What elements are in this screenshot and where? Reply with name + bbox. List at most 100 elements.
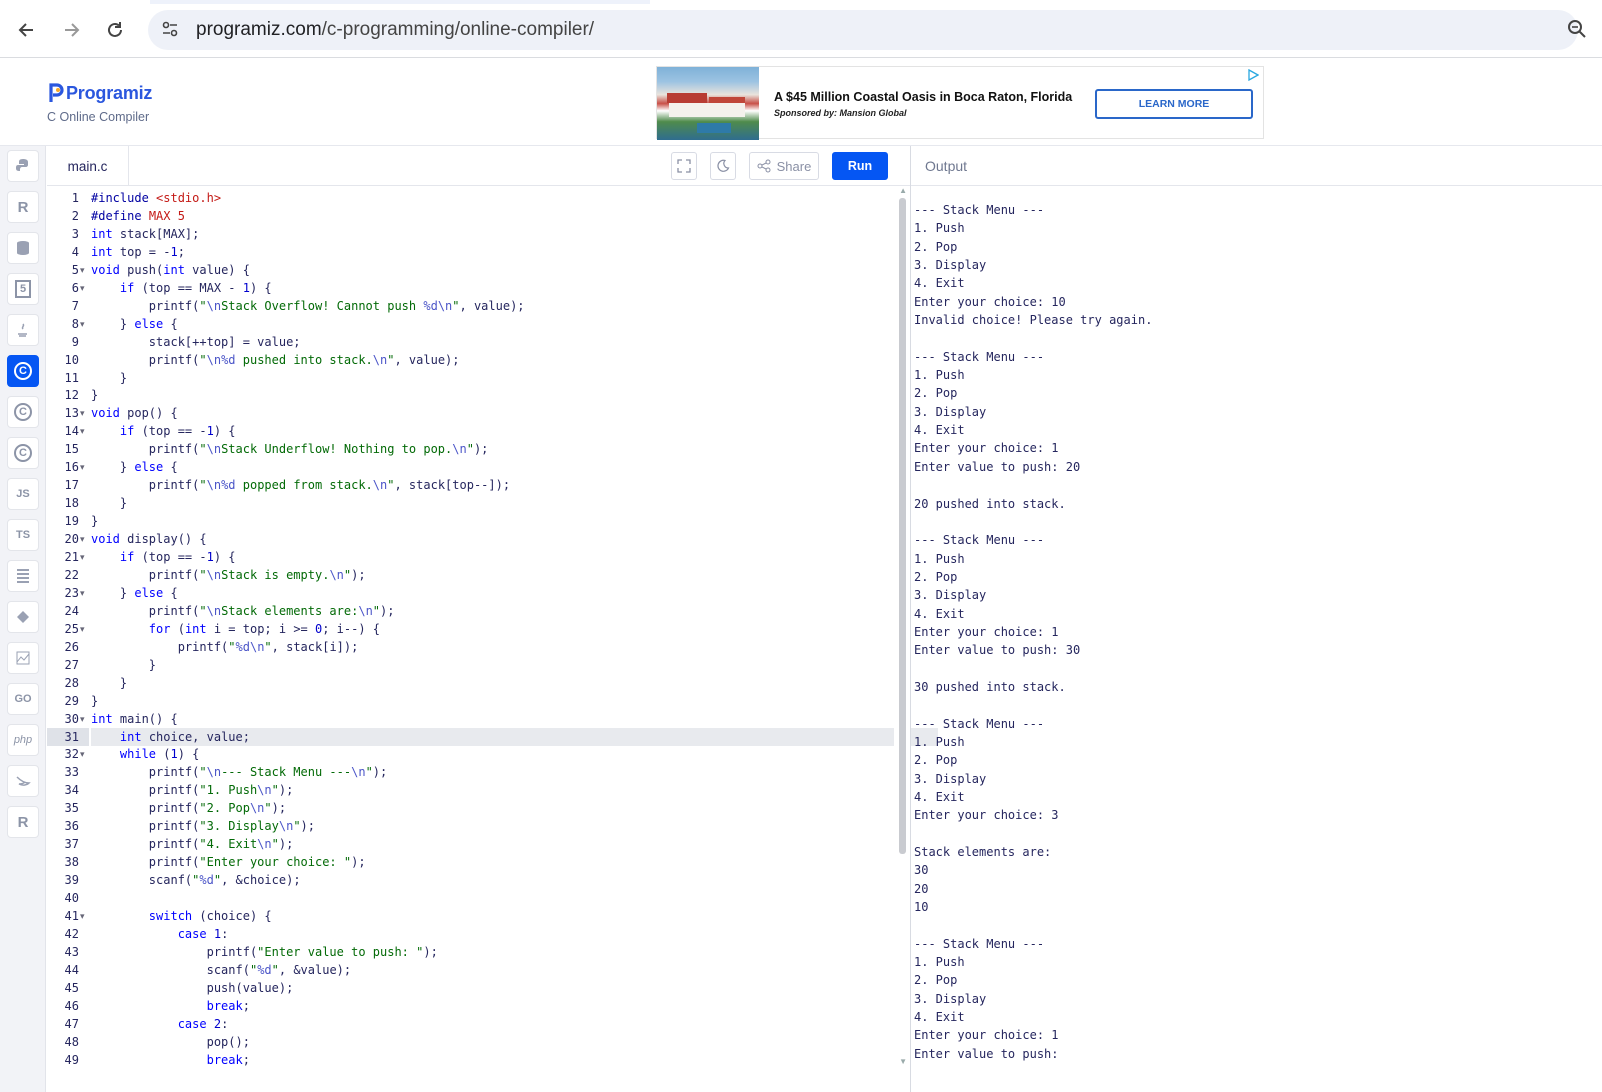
code-line[interactable]: printf("2. Pop\n");	[91, 799, 286, 817]
code-line[interactable]: printf("4. Exit\n");	[91, 835, 294, 853]
sidebar-lang-python[interactable]	[7, 150, 39, 182]
sidebar-lang-c[interactable]: C	[7, 355, 39, 387]
code-line[interactable]: void pop() {	[91, 404, 178, 422]
fold-arrow-icon[interactable]: ▾	[80, 584, 88, 602]
run-button[interactable]: Run	[832, 152, 888, 180]
sidebar-lang-csharp[interactable]: C	[7, 437, 39, 469]
code-line[interactable]: #define MAX 5	[91, 207, 185, 225]
code-line[interactable]: case 1:	[91, 925, 229, 943]
site-settings-icon[interactable]	[160, 19, 182, 41]
url-text[interactable]: programiz.com/c-programming/online-compi…	[196, 19, 594, 41]
fold-arrow-icon[interactable]: ▾	[80, 548, 88, 566]
dark-mode-button[interactable]	[710, 152, 736, 180]
sidebar-lang-swift[interactable]	[7, 765, 39, 797]
code-line[interactable]: int choice, value;	[91, 728, 250, 746]
code-line[interactable]: } else {	[91, 584, 178, 602]
zoom-icon[interactable]	[1566, 18, 1590, 42]
sidebar-lang-rust[interactable]: R	[7, 806, 39, 838]
output-console[interactable]: --- Stack Menu --- 1. Push 2. Pop 3. Displa…	[914, 201, 1594, 1063]
code-line[interactable]: }	[91, 674, 127, 692]
sidebar-lang-kotlin[interactable]	[7, 601, 39, 633]
scrollbar-thumb[interactable]	[899, 198, 906, 854]
code-line[interactable]: case 2:	[91, 1015, 229, 1033]
fold-arrow-icon[interactable]: ▾	[80, 422, 88, 440]
panel-divider[interactable]	[910, 146, 911, 1092]
back-arrow-icon[interactable]	[11, 14, 43, 46]
fold-arrow-icon[interactable]: ▾	[80, 279, 88, 297]
code-line[interactable]: for (int i = top; i >= 0; i--) {	[91, 620, 380, 638]
fold-arrow-icon[interactable]: ▾	[80, 710, 88, 728]
code-line[interactable]: int stack[MAX];	[91, 225, 199, 243]
learn-more-button[interactable]: LEARN MORE	[1095, 89, 1253, 119]
code-line[interactable]: }	[91, 494, 127, 512]
code-line[interactable]: if (top == -1) {	[91, 422, 236, 440]
code-line[interactable]: stack[++top] = value;	[91, 333, 301, 351]
sidebar-lang-typescript[interactable]: TS	[7, 519, 39, 551]
sidebar-lang-go[interactable]: GO	[7, 683, 39, 715]
ad-title[interactable]: A $45 Million Coastal Oasis in Boca Rato…	[774, 90, 1072, 104]
reload-icon[interactable]	[99, 14, 131, 46]
forward-arrow-icon[interactable]	[55, 14, 87, 46]
code-line[interactable]: int main() {	[91, 710, 178, 728]
code-line[interactable]: int top = -1;	[91, 243, 185, 261]
code-line[interactable]: printf("3. Display\n");	[91, 817, 315, 835]
code-line[interactable]: pop();	[91, 1033, 250, 1051]
code-line[interactable]: printf("\n%d popped from stack.\n", stac…	[91, 476, 510, 494]
code-line[interactable]: printf("\nStack elements are:\n");	[91, 602, 395, 620]
code-line[interactable]: } else {	[91, 458, 178, 476]
code-line[interactable]: printf("\n--- Stack Menu ---\n");	[91, 763, 387, 781]
code-line[interactable]: #include <stdio.h>	[91, 189, 221, 207]
code-line[interactable]: }	[91, 656, 156, 674]
code-line[interactable]: void display() {	[91, 530, 207, 548]
fold-arrow-icon[interactable]: ▾	[80, 315, 88, 333]
code-line[interactable]: printf("\nStack is empty.\n");	[91, 566, 366, 584]
scroll-down-arrow-icon[interactable]: ▼	[899, 1057, 907, 1066]
code-line[interactable]: while (1) {	[91, 745, 200, 763]
sidebar-lang-r[interactable]: R	[7, 191, 39, 223]
code-line[interactable]: scanf("%d", &choice);	[91, 871, 301, 889]
code-line[interactable]: scanf("%d", &value);	[91, 961, 352, 979]
fold-arrow-icon[interactable]: ▾	[80, 745, 88, 763]
sidebar-lang-java[interactable]	[7, 314, 39, 346]
code-line[interactable]: }	[91, 369, 127, 387]
fold-arrow-icon[interactable]: ▾	[80, 261, 88, 279]
code-line[interactable]: }	[91, 386, 98, 404]
code-line[interactable]: printf("\nStack Overflow! Cannot push %d…	[91, 297, 525, 315]
code-line[interactable]: if (top == MAX - 1) {	[91, 279, 272, 297]
sidebar-lang-sql[interactable]	[7, 232, 39, 264]
fold-arrow-icon[interactable]: ▾	[80, 530, 88, 548]
editor-scrollbar[interactable]: ▲ ▼	[894, 186, 910, 1092]
code-line[interactable]: }	[91, 692, 98, 710]
code-line[interactable]: switch (choice) {	[91, 907, 272, 925]
file-tab[interactable]: main.c	[47, 146, 129, 186]
code-line[interactable]: printf("%d\n", stack[i]);	[91, 638, 359, 656]
code-line[interactable]: printf("\n%d pushed into stack.\n", valu…	[91, 351, 460, 369]
fold-arrow-icon[interactable]: ▾	[80, 907, 88, 925]
advertisement[interactable]: A $45 Million Coastal Oasis in Boca Rato…	[656, 66, 1264, 140]
fold-arrow-icon[interactable]: ▾	[80, 458, 88, 476]
sidebar-lang-go-lang[interactable]	[7, 560, 39, 592]
fold-arrow-icon[interactable]: ▾	[80, 404, 88, 422]
sidebar-lang-javascript[interactable]: JS	[7, 478, 39, 510]
code-line[interactable]: printf("1. Push\n");	[91, 781, 294, 799]
code-line[interactable]: break;	[91, 997, 250, 1015]
sidebar-lang-html[interactable]: 5	[7, 273, 39, 305]
code-line[interactable]: } else {	[91, 315, 178, 333]
scroll-up-arrow-icon[interactable]: ▲	[899, 186, 907, 195]
code-line[interactable]: push(value);	[91, 979, 294, 997]
fold-arrow-icon[interactable]: ▾	[80, 620, 88, 638]
code-line[interactable]: break;	[91, 1051, 250, 1069]
code-line[interactable]: printf("Enter your choice: ");	[91, 853, 366, 871]
code-editor[interactable]: 1 2 3 4 5 ▾ 6 ▾ 7 8 ▾ 9 10 11 12 13 ▾ 14 ▾ 15 16 ▾ 17 18 19 20 ▾ 21…	[47, 186, 938, 1092]
code-line[interactable]: }	[91, 512, 98, 530]
fullscreen-button[interactable]	[671, 152, 697, 180]
sidebar-lang-php[interactable]: php	[7, 724, 39, 756]
code-area[interactable]: #include <stdio.h> #define MAX 5 int stack…	[91, 186, 938, 1092]
sidebar-lang-rust-img[interactable]	[7, 642, 39, 674]
ad-choices-icon[interactable]	[1247, 69, 1259, 81]
sidebar-lang-cpp[interactable]: C	[7, 396, 39, 428]
code-line[interactable]: if (top == -1) {	[91, 548, 236, 566]
ad-image[interactable]	[657, 67, 759, 140]
programiz-logo[interactable]: Programiz	[48, 82, 152, 104]
code-line[interactable]: void push(int value) {	[91, 261, 250, 279]
